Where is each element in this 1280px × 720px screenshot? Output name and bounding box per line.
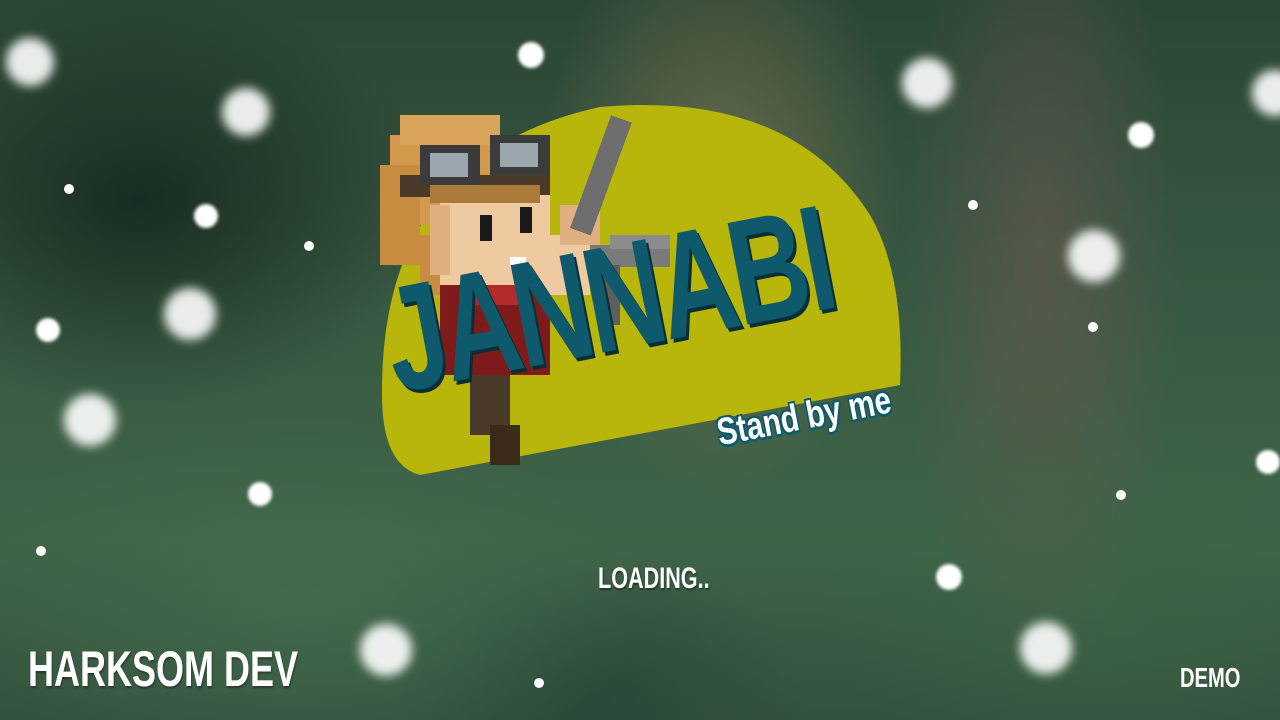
snowflake [194,204,218,228]
snowflake [1088,322,1098,332]
snowflake [518,42,544,68]
loading-status: LOADING.. [598,562,710,595]
snowflake [6,38,54,86]
snowflake [36,318,60,342]
snowflake [304,241,314,251]
snowflake [64,184,74,194]
snowflake [968,200,978,210]
snowflake [1256,450,1280,474]
snowflake [936,564,962,590]
snowflake [64,394,116,446]
developer-credit: HARKSOM DEV [28,641,299,697]
snowflake [1116,490,1126,500]
loading-screen: JANNABI Stand by me LOADING.. HARKSOM DE… [0,0,1280,720]
snowflake [248,482,272,506]
snowflake [1128,122,1154,148]
snowflake [360,624,412,676]
snowflake [36,546,46,556]
snowflake [1020,622,1072,674]
snowflake [1068,230,1120,282]
build-label: DEMO [1180,662,1241,693]
snowflake [534,678,544,688]
snowflake [222,88,270,136]
snowflake [164,288,216,340]
